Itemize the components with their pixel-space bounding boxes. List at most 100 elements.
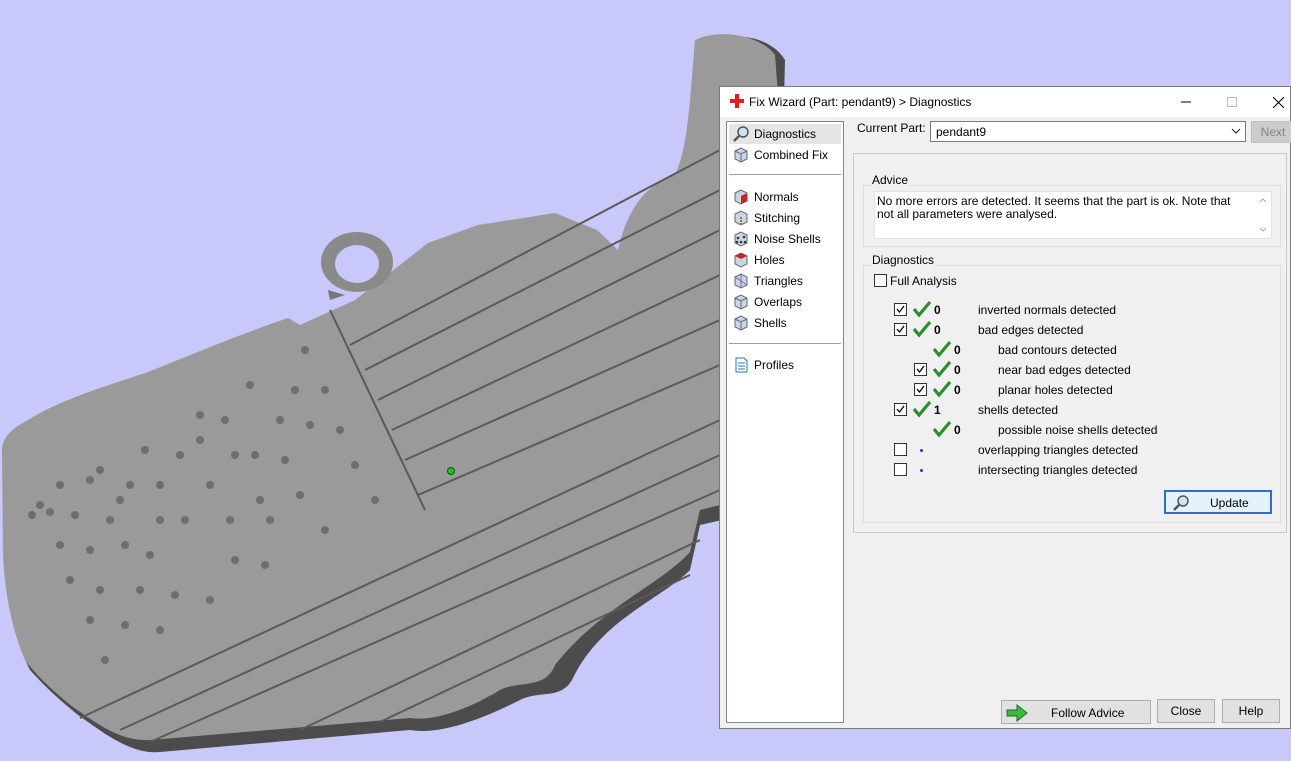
help-button-label: Help bbox=[1238, 704, 1264, 718]
shells-count: 1 bbox=[934, 403, 941, 417]
near-bad-edges-label: near bad edges detected bbox=[998, 363, 1131, 377]
nav-item-label: Profiles bbox=[754, 358, 795, 372]
nav-item-normals[interactable]: Normals bbox=[729, 187, 841, 207]
red-cross-icon bbox=[730, 94, 744, 108]
bad-contours-count: 0 bbox=[954, 343, 961, 357]
checkmark-icon bbox=[896, 325, 905, 334]
current-part-value: pendant9 bbox=[936, 125, 987, 139]
nav-item-diagnostics[interactable]: Diagnostics bbox=[729, 124, 841, 144]
maximize-button[interactable] bbox=[1209, 87, 1255, 117]
help-button[interactable]: Help bbox=[1222, 699, 1280, 723]
close-button[interactable]: Close bbox=[1157, 699, 1215, 723]
nav-item-label: Stitching bbox=[754, 211, 801, 225]
nav-item-label: Overlaps bbox=[754, 295, 803, 309]
nav-item-combined-fix[interactable]: Combined Fix bbox=[729, 145, 841, 165]
next-button-label: Next bbox=[1260, 125, 1286, 139]
magnifier-icon bbox=[1173, 495, 1189, 511]
intersecting-triangles-checkbox[interactable] bbox=[894, 463, 907, 476]
nav-item-shells[interactable]: Shells bbox=[729, 313, 841, 333]
nav-item-stitching[interactable]: Stitching bbox=[729, 208, 841, 228]
green-check-icon bbox=[912, 400, 932, 418]
nav-item-label: Shells bbox=[754, 316, 787, 330]
green-check-icon bbox=[932, 380, 952, 398]
green-arrow-icon bbox=[1006, 704, 1028, 722]
green-check-icon bbox=[912, 300, 932, 318]
nav-item-holes[interactable]: Holes bbox=[729, 250, 841, 270]
minimize-icon bbox=[1181, 101, 1191, 103]
advice-scrollbar[interactable] bbox=[1255, 192, 1271, 238]
planar-holes-label: planar holes detected bbox=[998, 383, 1113, 397]
overlapping-triangles-label: overlapping triangles detected bbox=[978, 443, 1139, 457]
bad-edges-count: 0 bbox=[934, 323, 941, 337]
intersecting-triangles-label: intersecting triangles detected bbox=[978, 463, 1138, 477]
wizard-nav-panel: Diagnostics Combined Fix Normals Stitchi… bbox=[726, 121, 844, 723]
advice-title: Advice bbox=[871, 173, 910, 187]
noise-shells-icon bbox=[734, 231, 748, 247]
current-part-label: Current Part: bbox=[857, 121, 926, 135]
nav-separator bbox=[729, 343, 841, 344]
bad-contours-label: bad contours detected bbox=[998, 343, 1117, 357]
nav-item-profiles[interactable]: Profiles bbox=[729, 355, 841, 375]
nav-item-overlaps[interactable]: Overlaps bbox=[729, 292, 841, 312]
advice-textbox[interactable]: No more errors are detected. It seems th… bbox=[874, 191, 1272, 239]
fix-wizard-dialog: Fix Wizard (Part: pendant9) > Diagnostic… bbox=[719, 86, 1291, 729]
triangles-cube-icon bbox=[734, 273, 748, 289]
green-check-icon bbox=[932, 420, 952, 438]
bad-edges-label: bad edges detected bbox=[978, 323, 1084, 337]
normals-cube-icon bbox=[734, 189, 748, 205]
nav-item-label: Combined Fix bbox=[754, 148, 829, 162]
nav-item-label: Diagnostics bbox=[754, 127, 817, 141]
green-check-icon bbox=[932, 340, 952, 358]
nav-item-triangles[interactable]: Triangles bbox=[729, 271, 841, 291]
nav-item-label: Triangles bbox=[754, 274, 803, 288]
checkmark-icon bbox=[896, 405, 905, 414]
close-button-label: Close bbox=[1170, 704, 1202, 718]
noise-shells-count: 0 bbox=[954, 423, 961, 437]
shells-checkbox[interactable] bbox=[894, 403, 907, 416]
nav-separator bbox=[729, 174, 841, 175]
pending-dot-icon bbox=[920, 449, 923, 452]
maximize-icon bbox=[1227, 97, 1237, 107]
overlapping-triangles-checkbox[interactable] bbox=[894, 443, 907, 456]
cube-icon bbox=[734, 147, 748, 163]
nav-item-label: Noise Shells bbox=[754, 232, 821, 246]
next-button[interactable]: Next bbox=[1251, 121, 1291, 143]
planar-holes-checkbox[interactable] bbox=[914, 383, 927, 396]
inverted-normals-checkbox[interactable] bbox=[894, 303, 907, 316]
current-part-select[interactable]: pendant9 bbox=[930, 121, 1246, 142]
update-button-label: Update bbox=[1210, 496, 1249, 510]
inverted-normals-count: 0 bbox=[934, 303, 941, 317]
near-bad-edges-count: 0 bbox=[954, 363, 961, 377]
title-bar[interactable]: Fix Wizard (Part: pendant9) > Diagnostic… bbox=[720, 87, 1290, 117]
nav-item-label: Normals bbox=[754, 190, 799, 204]
planar-holes-count: 0 bbox=[954, 383, 961, 397]
bad-edges-checkbox[interactable] bbox=[894, 323, 907, 336]
overlaps-cube-icon bbox=[734, 294, 748, 310]
shells-label: shells detected bbox=[978, 403, 1059, 417]
document-icon bbox=[735, 357, 748, 373]
magnifier-icon bbox=[733, 126, 749, 142]
follow-advice-label: Follow Advice bbox=[1051, 706, 1125, 720]
checkmark-icon bbox=[896, 305, 905, 314]
near-bad-edges-checkbox[interactable] bbox=[914, 363, 927, 376]
noise-shells-label: possible noise shells detected bbox=[998, 423, 1158, 437]
minimize-button[interactable] bbox=[1163, 87, 1209, 117]
green-check-icon bbox=[912, 320, 932, 338]
update-button[interactable]: Update bbox=[1164, 490, 1272, 514]
checkmark-icon bbox=[916, 385, 925, 394]
shells-cube-icon bbox=[734, 315, 748, 331]
advice-text: No more errors are detected. It seems th… bbox=[877, 194, 1231, 221]
nav-item-label: Holes bbox=[754, 253, 785, 267]
follow-advice-button[interactable]: Follow Advice bbox=[1001, 700, 1151, 724]
pick-point-marker bbox=[447, 467, 455, 475]
window-title: Fix Wizard (Part: pendant9) > Diagnostic… bbox=[749, 95, 972, 109]
close-window-button[interactable] bbox=[1255, 87, 1291, 117]
holes-cube-icon bbox=[734, 252, 748, 268]
pending-dot-icon bbox=[920, 469, 923, 472]
checkmark-icon bbox=[916, 365, 925, 374]
stitching-cube-icon bbox=[734, 210, 748, 226]
nav-item-noise-shells[interactable]: Noise Shells bbox=[729, 229, 841, 249]
chevron-down-icon bbox=[1231, 128, 1241, 134]
full-analysis-checkbox[interactable] bbox=[874, 274, 887, 287]
full-analysis-label: Full Analysis bbox=[890, 274, 957, 288]
